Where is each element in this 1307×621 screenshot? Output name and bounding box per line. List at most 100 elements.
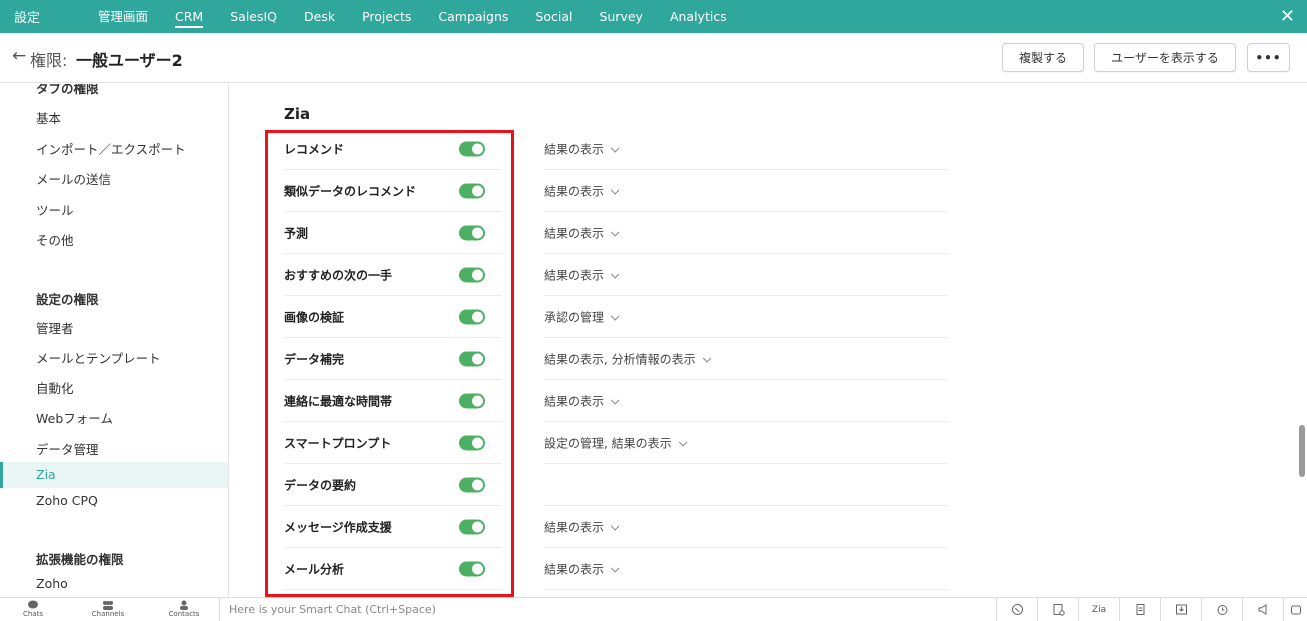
sidebar-item-send-mail[interactable]: メールの送信 bbox=[36, 169, 111, 188]
toggle-switch[interactable] bbox=[459, 183, 485, 199]
nav-campaigns[interactable]: Campaigns bbox=[438, 0, 508, 33]
permission-label: 予測 bbox=[284, 226, 309, 241]
permission-label: 画像の検証 bbox=[284, 310, 345, 325]
download-icon[interactable] bbox=[1160, 598, 1201, 621]
zia-icon[interactable]: Zia bbox=[1078, 598, 1119, 621]
sidebar-item-others[interactable]: その他 bbox=[36, 230, 74, 249]
permission-value: 設定の管理, 結果の表示 bbox=[544, 436, 672, 451]
nav-projects[interactable]: Projects bbox=[362, 0, 411, 33]
chat-bubble-icon bbox=[28, 600, 38, 609]
alarm-clock-icon[interactable] bbox=[1201, 598, 1242, 621]
permission-label: 類似データのレコメンド bbox=[284, 184, 417, 199]
toggle-switch[interactable] bbox=[459, 561, 485, 577]
smart-chat-input[interactable]: Here is your Smart Chat (Ctrl+Space) bbox=[219, 598, 994, 621]
permission-dropdown[interactable]: 結果の表示 bbox=[544, 225, 620, 242]
contacts-button[interactable]: Contacts bbox=[154, 600, 214, 619]
sidebar-item-basic[interactable]: 基本 bbox=[36, 108, 61, 127]
zia-permissions-panel: Zia レコメンド 結果の表示 類似データのレコメンド 結果の表示 予測 結果の… bbox=[229, 84, 1307, 597]
toggle-knob bbox=[472, 437, 483, 449]
bottom-bar: Chats Channels Contacts Here is your Sma… bbox=[0, 597, 1307, 621]
sidebar-item-admin[interactable]: 管理者 bbox=[36, 318, 74, 337]
permission-row: データ補完 結果の表示, 分析情報の表示 bbox=[284, 338, 948, 380]
permission-row: 予測 結果の表示 bbox=[284, 212, 948, 254]
permission-value: 結果の表示 bbox=[544, 268, 605, 283]
permission-value: 結果の表示 bbox=[544, 394, 605, 409]
sidebar-item-webforms[interactable]: Webフォーム bbox=[36, 408, 113, 427]
nav-social[interactable]: Social bbox=[535, 0, 572, 33]
task-add-icon[interactable] bbox=[1037, 598, 1078, 621]
toggle-knob bbox=[472, 227, 483, 239]
page-title-prefix: 権限: bbox=[30, 51, 68, 70]
settings-title[interactable]: 設定 bbox=[0, 7, 98, 26]
toggle-switch[interactable] bbox=[459, 435, 485, 451]
permission-row: おすすめの次の一手 結果の表示 bbox=[284, 254, 948, 296]
top-nav-bar: 設定 管理画面 CRM SalesIQ Desk Projects Campai… bbox=[0, 0, 1307, 33]
more-options-button[interactable]: ••• bbox=[1247, 43, 1290, 72]
nav-analytics[interactable]: Analytics bbox=[670, 0, 727, 33]
top-nav: 管理画面 CRM SalesIQ Desk Projects Campaigns… bbox=[98, 0, 754, 33]
show-users-button[interactable]: ユーザーを表示する bbox=[1094, 43, 1236, 72]
toggle-switch[interactable] bbox=[459, 141, 485, 157]
support-icon[interactable] bbox=[1283, 598, 1307, 621]
sidebar-item-data-management[interactable]: データ管理 bbox=[36, 439, 99, 458]
nav-survey[interactable]: Survey bbox=[599, 0, 642, 33]
toggle-switch[interactable] bbox=[459, 519, 485, 535]
close-icon[interactable]: ✕ bbox=[1280, 6, 1295, 27]
permission-dropdown[interactable]: 結果の表示 bbox=[544, 393, 620, 410]
sidebar-item-tools[interactable]: ツール bbox=[36, 200, 74, 219]
permission-dropdown[interactable]: 結果の表示 bbox=[544, 561, 620, 578]
sidebar-item-zoho[interactable]: Zoho bbox=[36, 576, 68, 591]
contacts-label: Contacts bbox=[168, 610, 200, 618]
chats-button[interactable]: Chats bbox=[3, 600, 63, 619]
sidebar-heading-tabs: タブの権限 bbox=[36, 84, 99, 96]
nav-crm[interactable]: CRM bbox=[175, 0, 204, 33]
toggle-switch[interactable] bbox=[459, 309, 485, 325]
toggle-switch[interactable] bbox=[459, 225, 485, 241]
permission-value: 結果の表示 bbox=[544, 520, 605, 535]
back-arrow-icon[interactable]: ← bbox=[12, 46, 26, 66]
notes-icon[interactable] bbox=[1119, 598, 1160, 621]
chevron-down-icon bbox=[610, 186, 620, 195]
permission-row: 画像の検証 承認の管理 bbox=[284, 296, 948, 338]
chevron-down-icon bbox=[610, 564, 620, 573]
nav-admin[interactable]: 管理画面 bbox=[98, 0, 148, 33]
duplicate-button[interactable]: 複製する bbox=[1002, 43, 1084, 72]
chevron-down-icon bbox=[610, 522, 620, 531]
toggle-knob bbox=[472, 395, 483, 407]
sidebar-item-import-export[interactable]: インポート／エクスポート bbox=[36, 139, 186, 158]
sidebar-item-zoho-cpq[interactable]: Zoho CPQ bbox=[36, 493, 98, 508]
nav-salesiq[interactable]: SalesIQ bbox=[230, 0, 277, 33]
channels-button[interactable]: Channels bbox=[78, 600, 138, 619]
permission-label: メール分析 bbox=[284, 562, 345, 577]
permission-dropdown[interactable]: 結果の表示 bbox=[544, 267, 620, 284]
permission-dropdown[interactable]: 結果の表示 bbox=[544, 183, 620, 200]
nav-desk[interactable]: Desk bbox=[304, 0, 335, 33]
permission-dropdown[interactable]: 設定の管理, 結果の表示 bbox=[544, 435, 688, 452]
sidebar-item-zia[interactable]: Zia bbox=[0, 462, 228, 488]
permission-dropdown[interactable]: 承認の管理 bbox=[544, 309, 620, 326]
toggle-knob bbox=[472, 353, 483, 365]
permission-row: データの要約 bbox=[284, 464, 948, 506]
permission-dropdown[interactable]: 結果の表示 bbox=[544, 519, 620, 536]
toggle-switch[interactable] bbox=[459, 351, 485, 367]
permission-dropdown[interactable]: 結果の表示 bbox=[544, 141, 620, 158]
permission-dropdown[interactable]: 結果の表示, 分析情報の表示 bbox=[544, 351, 712, 368]
permission-value: 結果の表示 bbox=[544, 562, 605, 577]
toggle-switch[interactable] bbox=[459, 393, 485, 409]
sidebar-item-automation[interactable]: 自動化 bbox=[36, 378, 74, 397]
permission-label: データの要約 bbox=[284, 478, 357, 493]
whatsapp-icon[interactable] bbox=[996, 598, 1037, 621]
permission-value: 結果の表示, 分析情報の表示 bbox=[544, 352, 696, 367]
toggle-switch[interactable] bbox=[459, 267, 485, 283]
chevron-down-icon bbox=[610, 312, 620, 321]
chevron-down-icon bbox=[678, 438, 688, 447]
sidebar-item-mail-templates[interactable]: メールとテンプレート bbox=[36, 348, 161, 367]
sidebar-heading-extensions: 拡張機能の権限 bbox=[36, 552, 124, 567]
announcement-icon[interactable] bbox=[1242, 598, 1283, 621]
channels-label: Channels bbox=[91, 610, 125, 618]
permission-value: 承認の管理 bbox=[544, 310, 605, 325]
permission-label: スマートプロンプト bbox=[284, 436, 392, 451]
toggle-switch[interactable] bbox=[459, 477, 485, 493]
permission-label: データ補完 bbox=[284, 352, 345, 367]
vertical-scrollbar[interactable] bbox=[1299, 425, 1305, 477]
